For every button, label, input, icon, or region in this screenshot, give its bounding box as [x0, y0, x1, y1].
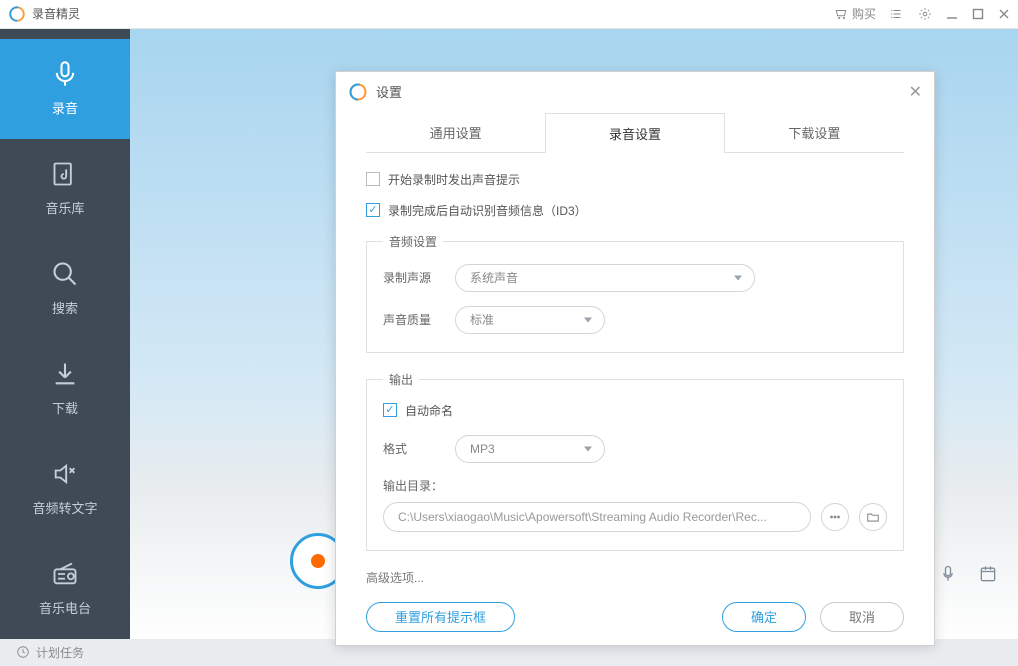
app-title: 录音精灵: [32, 5, 80, 22]
label-source: 录制声源: [383, 269, 439, 286]
tab-download[interactable]: 下载设置: [725, 112, 904, 152]
sidebar-item-library[interactable]: 音乐库: [0, 139, 130, 239]
settings-dialog: 设置 ✕ 通用设置 录音设置 下载设置 开始录制时发出声音提示 录制完成后自动: [335, 71, 935, 646]
tab-recording[interactable]: 录音设置: [545, 113, 724, 153]
download-icon: [51, 360, 79, 388]
record-dot-icon: [311, 554, 325, 568]
menu-list-icon[interactable]: [890, 7, 904, 21]
footer-tasks-link[interactable]: 计划任务: [36, 644, 84, 661]
microphone-icon: [51, 60, 79, 88]
browse-dir-button[interactable]: [821, 503, 849, 531]
schedule-icon[interactable]: [978, 564, 998, 584]
sidebar-item-label: 下载: [52, 398, 78, 417]
sidebar-item-label: 音乐库: [45, 198, 84, 217]
checkbox-label: 录制完成后自动识别音频信息（ID3）: [388, 202, 587, 219]
checkbox-label: 自动命名: [405, 402, 453, 419]
group-audio-settings: 音频设置 录制声源 系统声音 声音质量 标准: [366, 233, 904, 353]
output-dir-field[interactable]: C:\Users\xiaogao\Music\Apowersoft\Stream…: [383, 502, 811, 532]
cart-icon: [834, 7, 848, 21]
folder-icon: [866, 510, 880, 524]
tab-general[interactable]: 通用设置: [366, 112, 545, 152]
advanced-options-link[interactable]: 高级选项...: [366, 569, 904, 586]
more-icon: [828, 510, 842, 524]
settings-icon[interactable]: [918, 7, 932, 21]
group-title: 音频设置: [383, 233, 443, 250]
sidebar-item-label: 音频转文字: [32, 498, 97, 517]
radio-icon: [51, 560, 79, 588]
app-logo-icon: [8, 5, 26, 23]
group-title: 输出: [383, 371, 419, 388]
checkbox-auto-name[interactable]: [383, 403, 397, 417]
titlebar: 录音精灵 购买: [0, 0, 1018, 29]
tabs: 通用设置 录音设置 下载设置: [366, 112, 904, 153]
label-output-dir: 输出目录：: [383, 479, 443, 493]
sidebar-item-record[interactable]: 录音: [0, 39, 130, 139]
buy-link[interactable]: 购买: [834, 5, 876, 22]
select-quality[interactable]: 标准: [455, 306, 605, 334]
checkbox-auto-id3[interactable]: [366, 203, 380, 217]
group-output: 输出 自动命名 格式 MP3 输出目录： C:\Users\xia: [366, 371, 904, 551]
music-note-icon: [51, 160, 79, 188]
clock-icon: [16, 645, 30, 659]
sidebar-item-audio-to-text[interactable]: 音频转文字: [0, 439, 130, 539]
dialog-logo-icon: [348, 82, 368, 102]
ok-button[interactable]: 确定: [722, 602, 806, 632]
checkbox-label: 开始录制时发出声音提示: [388, 171, 520, 188]
open-dir-button[interactable]: [859, 503, 887, 531]
select-source[interactable]: 系统声音: [455, 264, 755, 292]
label-format: 格式: [383, 440, 439, 457]
mic-status-icon[interactable]: [938, 564, 958, 584]
sidebar-item-label: 搜索: [52, 298, 78, 317]
dialog-footer: 重置所有提示框 确定 取消: [336, 589, 934, 645]
speaker-convert-icon: [51, 460, 79, 488]
dialog-close-button[interactable]: ✕: [909, 82, 922, 102]
sidebar-item-radio[interactable]: 音乐电台: [0, 539, 130, 639]
maximize-button[interactable]: [972, 8, 984, 20]
sidebar-item-label: 音乐电台: [39, 598, 91, 617]
dialog-header: 设置 ✕: [336, 72, 934, 112]
sidebar-item-search[interactable]: 搜索: [0, 239, 130, 339]
label-quality: 声音质量: [383, 311, 439, 328]
sidebar-item-label: 录音: [52, 98, 78, 117]
close-button[interactable]: [998, 8, 1010, 20]
main-area: 设置 ✕ 通用设置 录音设置 下载设置 开始录制时发出声音提示 录制完成后自动: [130, 29, 1018, 639]
checkbox-sound-hint[interactable]: [366, 172, 380, 186]
dialog-body: 开始录制时发出声音提示 录制完成后自动识别音频信息（ID3） 音频设置 录制声源…: [336, 153, 934, 589]
reset-hints-button[interactable]: 重置所有提示框: [366, 602, 515, 632]
dialog-title: 设置: [376, 82, 402, 101]
sidebar-item-download[interactable]: 下载: [0, 339, 130, 439]
minimize-button[interactable]: [946, 8, 958, 20]
select-format[interactable]: MP3: [455, 435, 605, 463]
search-icon: [51, 260, 79, 288]
sidebar: 录音 音乐库 搜索 下载 音频转文字 音乐电台: [0, 29, 130, 639]
cancel-button[interactable]: 取消: [820, 602, 904, 632]
